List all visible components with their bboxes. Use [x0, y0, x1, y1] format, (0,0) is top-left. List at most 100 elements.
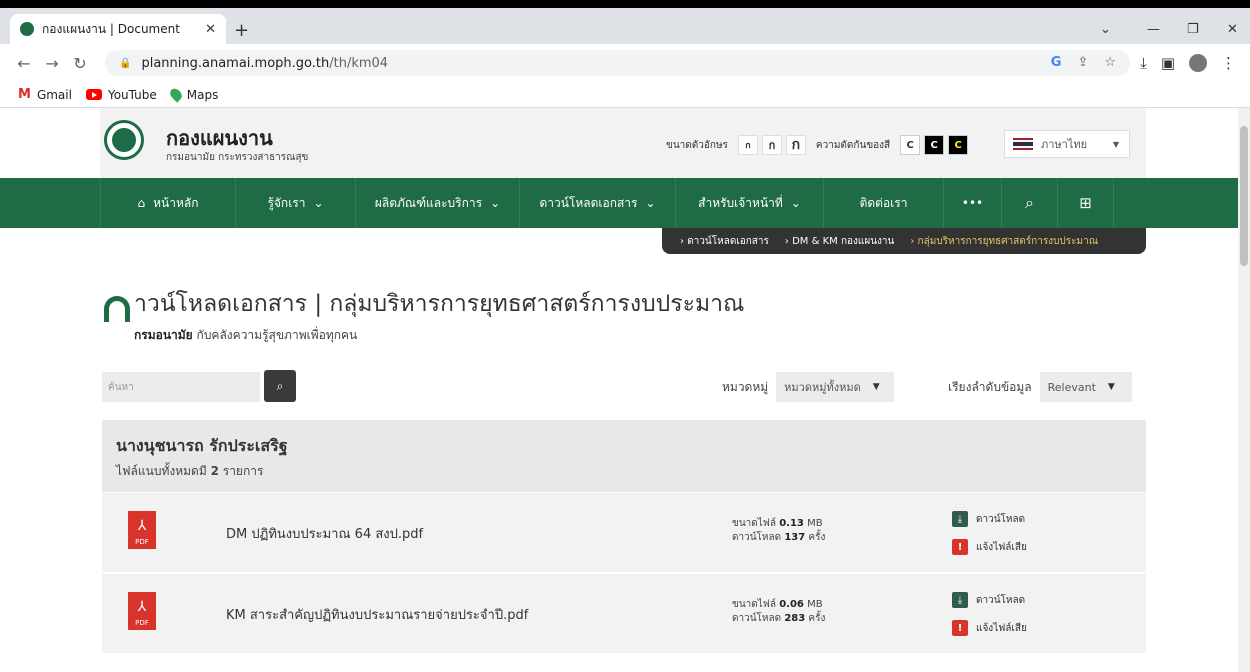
tab-close-icon[interactable]: ✕ — [205, 22, 216, 37]
thai-flag-icon — [1013, 138, 1033, 150]
minimize-icon[interactable]: — — [1147, 22, 1160, 37]
forward-icon[interactable]: → — [38, 54, 66, 73]
lock-icon[interactable]: 🔒 — [119, 58, 131, 69]
search-input[interactable]: ค้นหา — [102, 372, 260, 402]
file-row: ⅄ PDF KM สาระสำคัญปฏิทินงบประมาณรายจ่ายปร… — [102, 574, 1146, 654]
home-icon: ⌂ — [137, 196, 146, 210]
address-bar[interactable]: 🔒 planning.anamai.moph.go.th/th/km04 G ⇪… — [105, 50, 1130, 76]
ministry-logo[interactable] — [104, 120, 144, 160]
font-size-large-button[interactable]: ก — [785, 135, 806, 155]
sitemap-icon: ⊞ — [1079, 194, 1092, 212]
nav-item-products[interactable]: ผลิตภัณฑ์และบริการ ⌄ — [356, 178, 520, 228]
sort-filter: เรียงลำดับข้อมูล Relevant ▼ — [948, 372, 1132, 402]
nav-search-button[interactable]: ⌕ — [1002, 178, 1058, 228]
download-icon[interactable]: ⤓ — [1140, 54, 1147, 72]
bookmark-star-icon[interactable]: ☆ — [1104, 55, 1116, 70]
group-file-count: ไฟล์แนบทั้งหมดมี 2 รายการ — [116, 464, 264, 478]
share-icon[interactable]: ⇪ — [1077, 55, 1088, 70]
group-owner-name: นางนุชนารถ รักประเสริฐ — [116, 436, 288, 455]
accessibility-tools: ขนาดตัวอักษร ก ก ก ความตัดกันของสี C C C — [666, 135, 969, 155]
download-icon: ⤓ — [952, 592, 968, 608]
page-subtitle: กรมอนามัย กับคลังความรู้สุขภาพเพื่อทุกคน — [134, 328, 358, 342]
back-icon[interactable]: ← — [10, 54, 38, 73]
tab-search-icon[interactable]: ⌄ — [1100, 22, 1111, 37]
contrast-normal-button[interactable]: C — [900, 135, 921, 155]
page-viewport: กองแผนงาน กรมอนามัย กระทรวงสาธารณสุข ขนา… — [0, 108, 1238, 672]
download-button[interactable]: ⤓ ดาวน์โหลด — [952, 511, 1027, 527]
maps-pin-icon — [167, 86, 184, 103]
breadcrumb-current: › กลุ่มบริหารการยุทธศาสตร์การงบประมาณ — [910, 235, 1098, 247]
file-name[interactable]: KM สาระสำคัญปฏิทินงบประมาณรายจ่ายประจำปี… — [226, 604, 528, 625]
font-size-medium-button[interactable]: ก — [761, 135, 782, 155]
site-favicon-icon — [20, 22, 34, 36]
pdf-file-icon: ⅄ PDF — [128, 592, 156, 630]
report-broken-file-button[interactable]: ! แจ้งไฟล์เสีย — [952, 539, 1027, 555]
url-text[interactable]: planning.anamai.moph.go.th/th/km04 — [141, 56, 388, 71]
font-size-small-button[interactable]: ก — [737, 135, 758, 155]
nav-item-about[interactable]: รู้จักเรา ⌄ — [236, 178, 356, 228]
category-select[interactable]: หมวดหมู่ทั้งหมด ▼ — [776, 372, 895, 402]
warning-icon: ! — [952, 620, 968, 636]
page-title: าวน์โหลดเอกสาร | กลุ่มบริหารการยุทธศาสตร… — [134, 291, 745, 317]
nav-item-home[interactable]: ⌂ หน้าหลัก — [100, 178, 236, 228]
profile-avatar[interactable] — [1189, 54, 1207, 72]
file-meta: ขนาดไฟล์ 0.13 MB ดาวน์โหลด 137 ครั้ง — [732, 518, 826, 543]
breadcrumb-item[interactable]: › ดาวน์โหลดเอกสาร — [680, 234, 769, 249]
nav-item-contact[interactable]: ติดต่อเรา — [824, 178, 944, 228]
font-size-label: ขนาดตัวอักษร — [666, 139, 728, 151]
bookmark-gmail[interactable]: M Gmail — [18, 87, 72, 102]
nav-sitemap-button[interactable]: ⊞ — [1058, 178, 1114, 228]
nav-item-staff[interactable]: สำหรับเจ้าหน้าที่ ⌄ — [676, 178, 824, 228]
site-subtitle: กรมอนามัย กระทรวงสาธารณสุข — [166, 152, 309, 163]
google-icon[interactable]: G — [1051, 55, 1062, 70]
download-icon: ⤓ — [952, 511, 968, 527]
file-name[interactable]: DM ปฏิทินงบประมาณ 64 สงป.pdf — [226, 523, 423, 544]
browser-tab[interactable]: กองแผนงาน | Document ✕ — [10, 14, 226, 44]
nav-more-button[interactable]: ••• — [944, 178, 1002, 228]
menu-kebab-icon[interactable]: ⋮ — [1221, 54, 1236, 72]
window-top-border — [0, 0, 1250, 8]
breadcrumb: › ดาวน์โหลดเอกสาร › DM & KM กองแผนงาน › … — [662, 228, 1146, 254]
warning-icon: ! — [952, 539, 968, 555]
main-navigation: ⌂ หน้าหลัก รู้จักเรา ⌄ ผลิตภัณฑ์และบริการ ⌄… — [0, 178, 1238, 228]
file-actions: ⤓ ดาวน์โหลด ! แจ้งไฟล์เสีย — [952, 592, 1027, 648]
chevron-down-icon: ▼ — [872, 382, 880, 392]
search-icon: ⌕ — [1025, 193, 1034, 212]
site-header: กองแผนงาน กรมอนามัย กระทรวงสาธารณสุข ขนา… — [100, 108, 1146, 178]
chevron-down-icon: ⌄ — [790, 196, 801, 210]
nav-item-downloads[interactable]: ดาวน์โหลดเอกสาร ⌄ — [520, 178, 676, 228]
page-scrollbar[interactable] — [1238, 108, 1250, 672]
bookmark-youtube[interactable]: YouTube — [85, 88, 157, 102]
breadcrumb-item[interactable]: › DM & KM กองแผนงาน — [785, 234, 894, 249]
chevron-down-icon: ▼ — [1107, 382, 1115, 392]
language-value: ภาษาไทย — [1041, 138, 1088, 151]
contrast-yellow-button[interactable]: C — [948, 135, 969, 155]
language-select[interactable]: ภาษาไทย ▼ — [1004, 130, 1130, 158]
tab-strip: กองแผนงาน | Document ✕ + ⌄ — ❐ ✕ — [0, 8, 1250, 44]
report-broken-file-button[interactable]: ! แจ้งไฟล์เสีย — [952, 620, 1027, 636]
file-row: ⅄ PDF DM ปฏิทินงบประมาณ 64 สงป.pdf ขนาดไฟ… — [102, 493, 1146, 573]
close-window-icon[interactable]: ✕ — [1227, 22, 1238, 37]
file-actions: ⤓ ดาวน์โหลด ! แจ้งไฟล์เสีย — [952, 511, 1027, 567]
category-label: หมวดหมู่ — [722, 379, 769, 394]
reload-icon[interactable]: ↻ — [66, 54, 94, 73]
download-button[interactable]: ⤓ ดาวน์โหลด — [952, 592, 1027, 608]
gmail-icon: M — [18, 87, 31, 102]
file-group-header: นางนุชนารถ รักประเสริฐ ไฟล์แนบทั้งหมดมี … — [102, 420, 1146, 492]
sort-label: เรียงลำดับข้อมูล — [948, 379, 1032, 394]
pdf-file-icon: ⅄ PDF — [128, 511, 156, 549]
category-filter: หมวดหมู่ หมวดหมู่ทั้งหมด ▼ — [722, 372, 895, 402]
search-icon: ⌕ — [276, 378, 284, 393]
contrast-dark-button[interactable]: C — [924, 135, 945, 155]
new-tab-icon[interactable]: + — [234, 20, 249, 41]
side-panel-icon[interactable]: ▣ — [1161, 54, 1175, 72]
contrast-label: ความตัดกันของสี — [815, 139, 891, 151]
search-button[interactable]: ⌕ — [264, 370, 296, 402]
chevron-down-icon: ⌄ — [313, 196, 324, 210]
bookmarks-bar: M Gmail YouTube Maps — [0, 82, 1250, 108]
restore-icon[interactable]: ❐ — [1187, 22, 1199, 37]
chevron-down-icon: ⌄ — [490, 196, 501, 210]
sort-select[interactable]: Relevant ▼ — [1039, 372, 1132, 402]
bookmark-maps[interactable]: Maps — [167, 86, 218, 103]
scrollbar-thumb[interactable] — [1240, 126, 1248, 266]
